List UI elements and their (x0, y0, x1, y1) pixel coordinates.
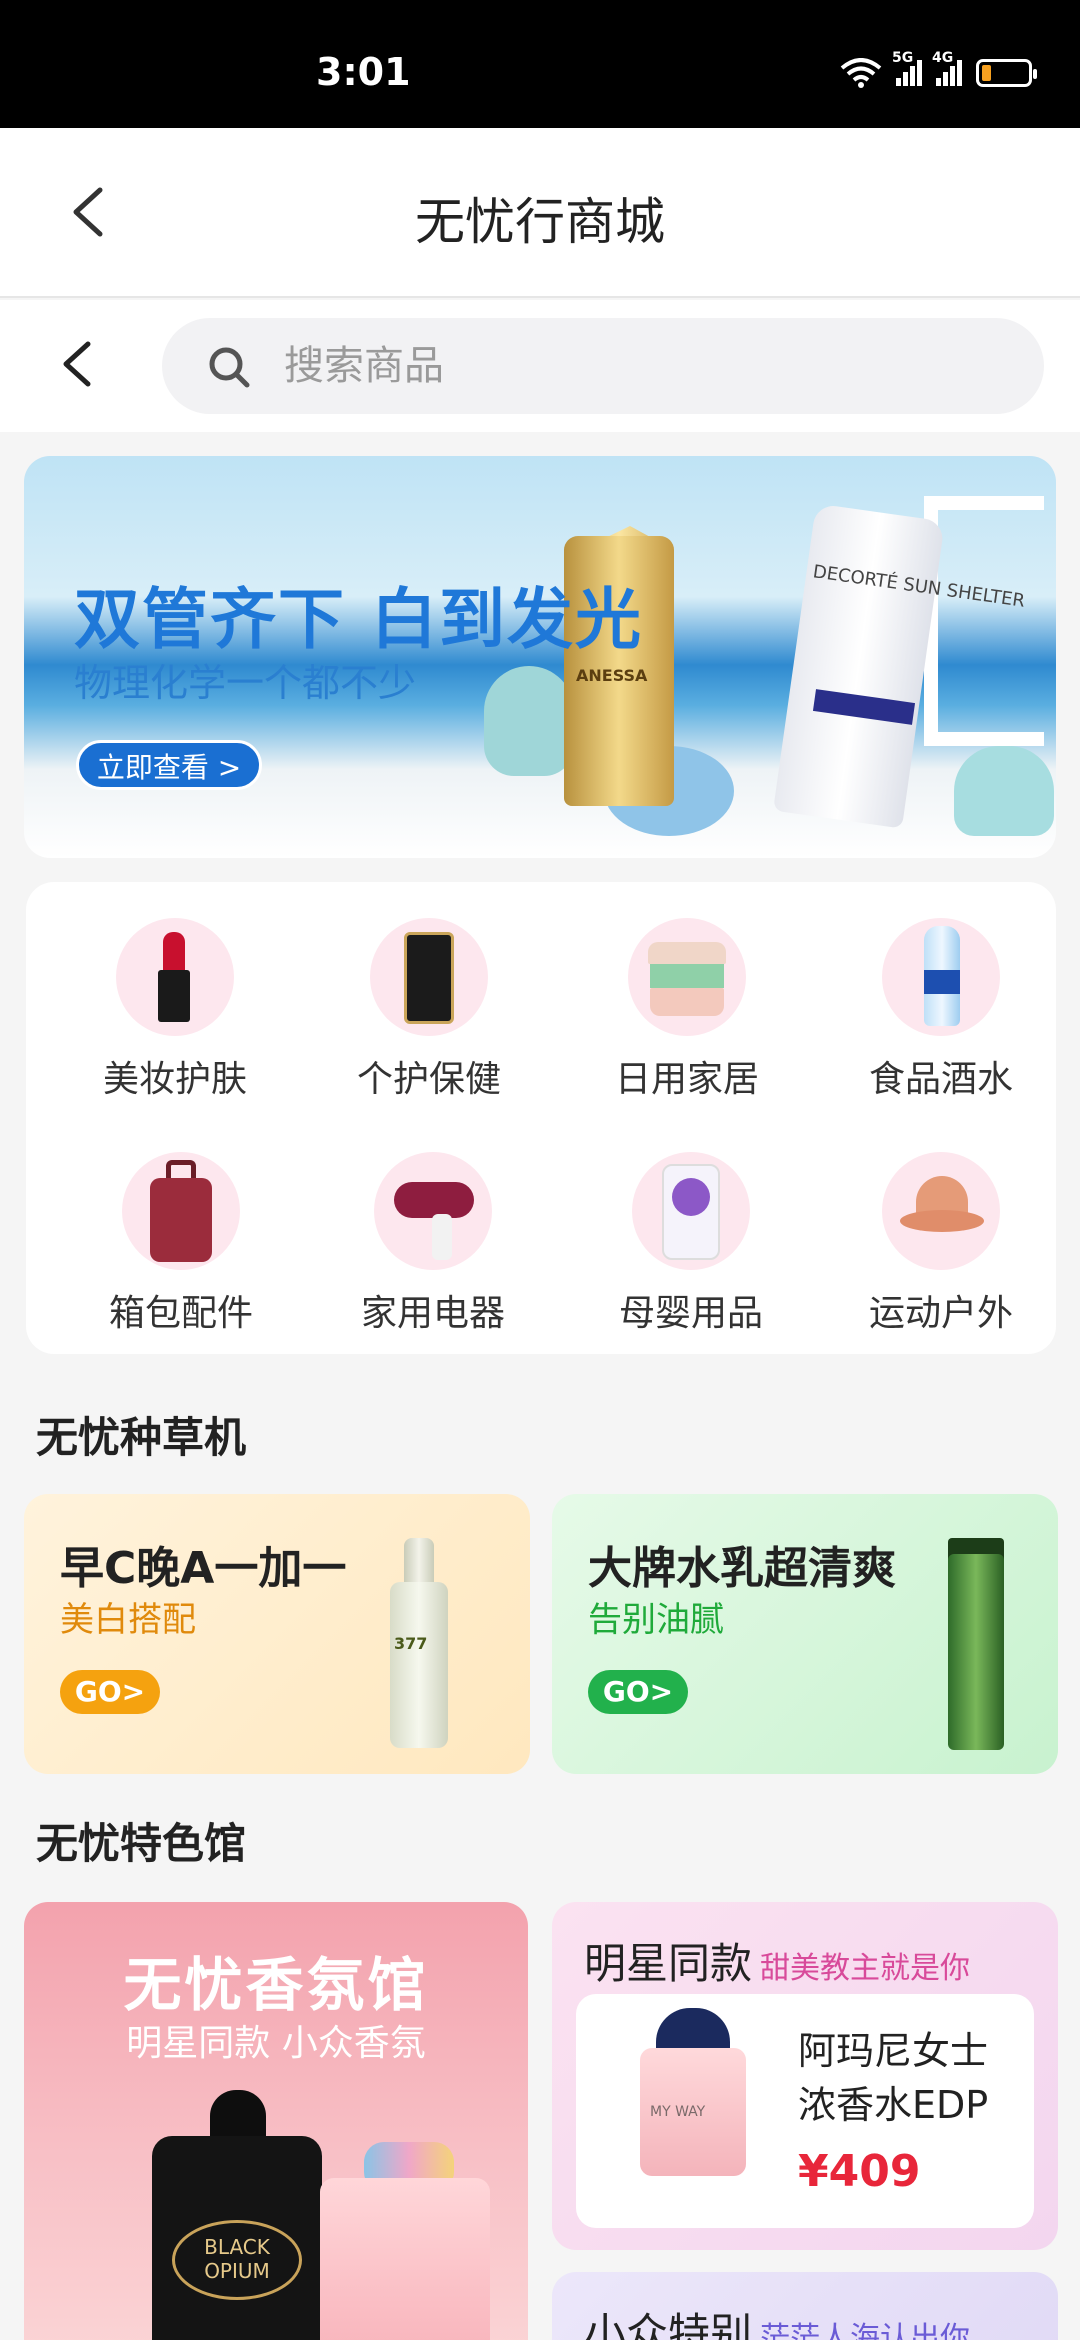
milk-powder-icon (632, 1152, 750, 1270)
niche-card-tag: 茫茫人海认出你 (760, 2321, 971, 2340)
niche-card-title: 小众特别 茫茫人海认出你 (584, 2300, 970, 2340)
battery-level (982, 65, 991, 81)
grass-card-subtitle: 告别油腻 (588, 1600, 724, 1640)
shampoo-icon (370, 918, 488, 1036)
serum-product (390, 1582, 448, 1748)
search-box[interactable] (162, 318, 1044, 414)
niche-card-title-text: 小众特别 (584, 2309, 753, 2340)
product-image-label: MY WAY (650, 2104, 706, 2120)
banner-product-label: ANESSA (576, 666, 648, 685)
category-label: 箱包配件 (108, 1293, 253, 1334)
signal-4g-icon: 4G (932, 50, 962, 86)
status-bar: 3:01 5G 4G (0, 0, 1080, 128)
status-time: 3:01 (316, 50, 411, 94)
fragrance-hall-card[interactable]: 无忧香氛馆 明星同款 小众香氛 BLACK OPIUM (24, 1902, 528, 2340)
toner-product (948, 1554, 1004, 1750)
grass-card-lotion[interactable]: 大牌水乳超清爽 告别油腻 GO> (552, 1494, 1058, 1774)
category-grid: 美妆护肤 个护保健 日用家居 食品酒水 箱包配件 家用电器 母婴用品 运动户外 (26, 882, 1056, 1354)
category-label: 食品酒水 (868, 1059, 1013, 1100)
serum-product-label: 377 (394, 1634, 428, 1653)
category-personal-care[interactable]: 个护保健 (304, 918, 554, 1102)
perfume-pink (320, 2178, 490, 2340)
search-input[interactable] (284, 336, 984, 396)
title-bar: 无忧行商城 (0, 128, 1080, 298)
hair-dryer-icon (374, 1152, 492, 1270)
star-same-card[interactable]: 明星同款 甜美教主就是你 MY WAY 阿玛尼女士浓香水EDP ¥409 (552, 1902, 1058, 2250)
wifi-icon (840, 58, 882, 88)
page-title: 无忧行商城 (415, 193, 665, 251)
grass-card-title: 大牌水乳超清爽 (588, 1543, 896, 1594)
fragrance-hall-title: 无忧香氛馆 (123, 1951, 429, 2019)
search-bar (0, 300, 1080, 432)
promo-banner[interactable]: ANESSA DECORTÉ SUN SHELTER 双管齐下 白到发光 物理化… (24, 456, 1056, 858)
category-outdoor[interactable]: 运动户外 (816, 1152, 1066, 1336)
perfume-label: BLACK OPIUM (172, 2220, 302, 2300)
suitcase-icon (122, 1152, 240, 1270)
star-card-tag: 甜美教主就是你 (760, 1951, 971, 1986)
banner-view-button[interactable]: 立即查看 > (76, 740, 262, 790)
banner-subtitle: 物理化学一个都不少 (74, 661, 417, 705)
niche-card[interactable]: 小众特别 茫茫人海认出你 (552, 2272, 1058, 2340)
battery-icon (976, 59, 1037, 87)
category-label: 家用电器 (360, 1293, 505, 1334)
go-button[interactable]: GO> (588, 1670, 688, 1714)
sun-hat-icon (882, 1152, 1000, 1270)
section-title-feature: 无忧特色馆 (36, 1819, 247, 1868)
category-beauty[interactable]: 美妆护肤 (50, 918, 300, 1102)
product-price: ¥409 (798, 2146, 921, 2197)
product-item[interactable]: MY WAY 阿玛尼女士浓香水EDP ¥409 (576, 1994, 1034, 2228)
category-label: 美妆护肤 (102, 1059, 247, 1100)
category-baby[interactable]: 母婴用品 (566, 1152, 816, 1336)
grass-card-title: 早C晚A一加一 (60, 1543, 347, 1594)
steamer-icon (628, 918, 746, 1036)
lipstick-icon (116, 918, 234, 1036)
category-food-drinks[interactable]: 食品酒水 (816, 918, 1066, 1102)
product-name: 阿玛尼女士浓香水EDP (798, 2029, 989, 2127)
category-bags[interactable]: 箱包配件 (56, 1152, 306, 1336)
banner-decor (954, 746, 1054, 836)
category-label: 个护保健 (356, 1059, 501, 1100)
category-home[interactable]: 日用家居 (562, 918, 812, 1102)
category-label: 母婴用品 (618, 1293, 763, 1334)
search-back-icon[interactable] (52, 336, 108, 392)
status-icons: 5G 4G (840, 50, 1037, 88)
category-label: 日用家居 (614, 1059, 759, 1100)
banner-product-decorte (773, 503, 945, 829)
grass-card-whitening[interactable]: 377 早C晚A一加一 美白搭配 GO> (24, 1494, 530, 1774)
fragrance-hall-subtitle: 明星同款 小众香氛 (126, 2023, 426, 2064)
star-card-title: 明星同款 甜美教主就是你 (584, 1930, 970, 1991)
water-bottle-icon (882, 918, 1000, 1036)
serum-product-cap (404, 1538, 434, 1588)
grass-card-subtitle: 美白搭配 (60, 1600, 196, 1640)
category-appliances[interactable]: 家用电器 (308, 1152, 558, 1336)
search-icon (209, 347, 250, 388)
signal-5g-icon: 5G (892, 50, 922, 86)
banner-title: 双管齐下 白到发光 (74, 581, 643, 658)
section-title-grass: 无忧种草机 (36, 1413, 247, 1462)
star-card-title-text: 明星同款 (584, 1939, 753, 1988)
banner-decor (484, 666, 574, 776)
go-button[interactable]: GO> (60, 1670, 160, 1714)
category-label: 运动户外 (868, 1293, 1013, 1334)
